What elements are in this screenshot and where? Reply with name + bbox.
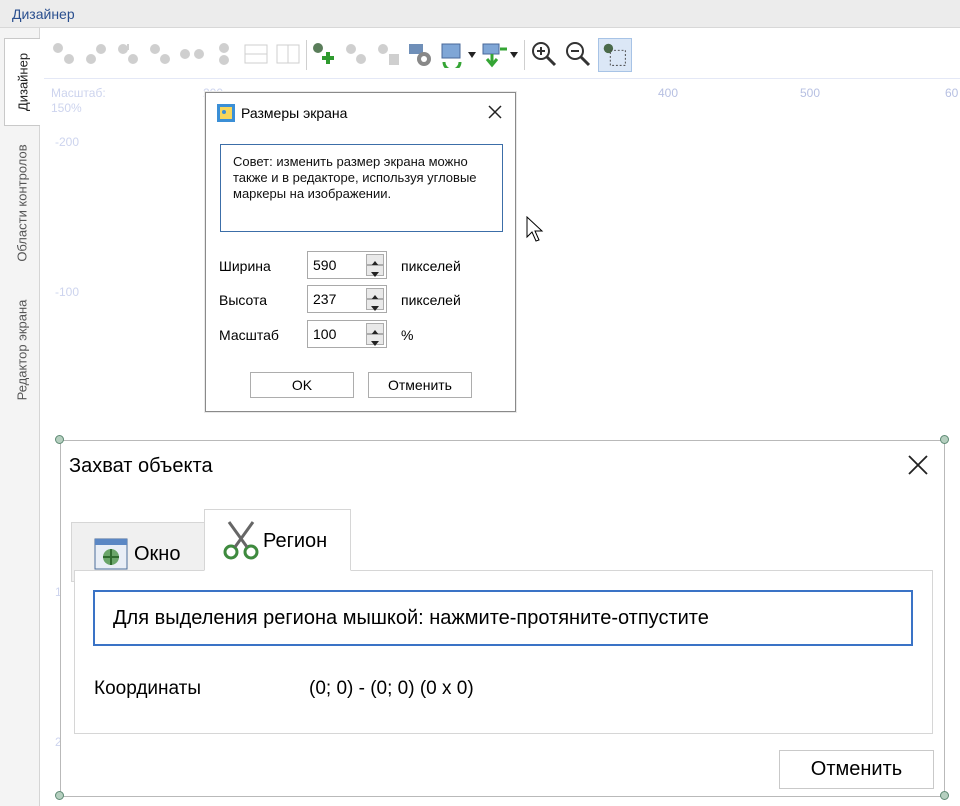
app-icon xyxy=(217,104,235,122)
designer-header: Дизайнер xyxy=(0,0,960,28)
tab-control-areas[interactable]: Области контролов xyxy=(4,128,40,278)
align-h-icon[interactable] xyxy=(242,40,270,68)
dialog-title: Размеры экрана xyxy=(241,105,348,121)
coords-value: (0; 0) - (0; 0) (0 x 0) xyxy=(309,678,474,699)
ruler-tick: 60 xyxy=(945,86,959,100)
tab-window-label: Окно xyxy=(134,543,181,565)
close-icon[interactable] xyxy=(906,453,930,477)
height-stepper[interactable]: 237 xyxy=(307,285,387,313)
resize-handle[interactable] xyxy=(940,791,949,800)
node-up-icon[interactable] xyxy=(114,40,142,68)
ok-button[interactable]: OK xyxy=(250,372,354,398)
width-unit: пикселей xyxy=(401,258,461,274)
chevron-down-icon[interactable] xyxy=(468,52,476,58)
scissors-icon xyxy=(223,521,259,560)
node-split-icon[interactable] xyxy=(210,40,238,68)
scale-unit: % xyxy=(401,327,414,343)
height-value[interactable]: 237 xyxy=(313,291,336,307)
scale-field-value[interactable]: 100 xyxy=(313,326,336,342)
spin-down-icon[interactable] xyxy=(366,334,384,346)
node-link-icon[interactable] xyxy=(178,40,206,68)
window-icon xyxy=(94,538,128,570)
region-tab-panel: Для выделения региона мышкой: нажмите-пр… xyxy=(74,570,933,734)
designer-toolbar xyxy=(40,36,960,76)
spin-up-icon[interactable] xyxy=(366,254,384,266)
top-ruler xyxy=(44,78,960,82)
zoom-out-icon[interactable] xyxy=(564,40,592,68)
capture-object-dialog: Захват объекта Окно Регион Для выделения… xyxy=(60,440,945,797)
scale-stepper[interactable]: 100 xyxy=(307,320,387,348)
spin-up-icon[interactable] xyxy=(366,288,384,300)
ruler-tick: -200 xyxy=(55,135,80,149)
node-add-icon[interactable] xyxy=(50,40,78,68)
mouse-cursor-icon xyxy=(526,216,544,242)
refresh-icon[interactable] xyxy=(438,40,466,68)
control-icon[interactable] xyxy=(342,40,370,68)
export-icon[interactable] xyxy=(480,40,508,68)
height-unit: пикселей xyxy=(401,292,461,308)
node-down-icon[interactable] xyxy=(146,40,174,68)
settings-icon[interactable] xyxy=(406,40,434,68)
region-hint: Для выделения региона мышкой: нажмите-пр… xyxy=(93,590,913,646)
toolbar-separator xyxy=(306,40,307,70)
scale-label: Масштаб: xyxy=(51,86,106,100)
cancel-button[interactable]: Отменить xyxy=(368,372,472,398)
side-tab-strip: Дизайнер Области контролов Редактор экра… xyxy=(0,28,40,806)
tab-region[interactable]: Регион xyxy=(204,509,351,571)
green-add-icon[interactable] xyxy=(310,40,338,68)
height-label: Высота xyxy=(219,292,268,308)
zoom-in-icon[interactable] xyxy=(530,40,558,68)
scale-field-label: Масштаб xyxy=(219,327,279,343)
width-label: Ширина xyxy=(219,258,271,274)
ruler-tick: 500 xyxy=(800,86,821,100)
resize-handle[interactable] xyxy=(55,435,64,444)
delete-icon[interactable] xyxy=(374,40,402,68)
region-select-icon[interactable] xyxy=(598,38,632,72)
tip-box: Совет: изменить размер экрана можно такж… xyxy=(220,144,503,232)
spin-down-icon[interactable] xyxy=(366,299,384,311)
ruler-tick: -100 xyxy=(55,285,80,299)
designer-title[interactable]: Дизайнер xyxy=(12,6,75,22)
width-value[interactable]: 590 xyxy=(313,257,336,273)
tab-designer[interactable]: Дизайнер xyxy=(4,38,40,126)
tab-region-label: Регион xyxy=(263,530,328,552)
resize-handle[interactable] xyxy=(940,435,949,444)
width-stepper[interactable]: 590 xyxy=(307,251,387,279)
coords-label: Координаты xyxy=(94,678,202,699)
dialog-title: Захват объекта xyxy=(69,455,213,477)
spin-down-icon[interactable] xyxy=(366,265,384,277)
scale-value: 150% xyxy=(51,101,82,115)
spin-up-icon[interactable] xyxy=(366,323,384,335)
resize-handle[interactable] xyxy=(55,791,64,800)
toolbar-separator xyxy=(524,40,525,70)
tab-screen-editor[interactable]: Редактор экрана xyxy=(4,280,40,420)
chevron-down-icon[interactable] xyxy=(510,52,518,58)
close-icon[interactable] xyxy=(484,101,506,123)
align-v-icon[interactable] xyxy=(274,40,302,68)
designer-window: { "topbar": {"title": "Дизайнер"}, "side… xyxy=(0,0,960,806)
node-move-icon[interactable] xyxy=(82,40,110,68)
screen-size-dialog: Размеры экрана Совет: изменить размер эк… xyxy=(205,92,516,412)
ruler-tick: 400 xyxy=(658,86,679,100)
cancel-button[interactable]: Отменить xyxy=(779,750,934,789)
